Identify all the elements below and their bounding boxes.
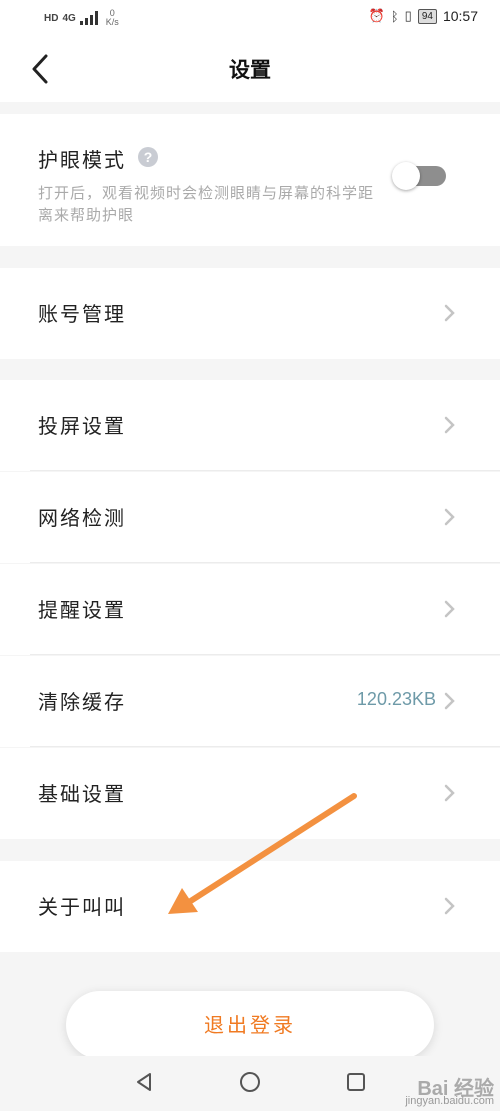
- bluetooth-icon: ᛒ: [390, 8, 399, 24]
- watermark: Bai 经验 jingyan.baidu.com: [405, 1078, 494, 1107]
- row-about[interactable]: 关于叫叫: [0, 861, 500, 952]
- signal-icon: [79, 11, 98, 25]
- network-speed-unit: K/s: [105, 17, 119, 27]
- alarm-icon: ⏰: [368, 8, 385, 23]
- row-label: 清除缓存: [38, 690, 126, 714]
- row-reminder-settings[interactable]: 提醒设置: [0, 564, 500, 655]
- clock: 10:57: [442, 8, 478, 24]
- row-label: 投屏设置: [38, 414, 126, 438]
- row-label: 关于叫叫: [38, 895, 126, 919]
- app-header: 设置: [0, 36, 500, 102]
- hd-indicator: HD: [44, 12, 59, 24]
- eye-protection-toggle[interactable]: [392, 162, 446, 190]
- row-label: 提醒设置: [38, 598, 126, 622]
- eye-protection-label: 护眼模式: [38, 148, 126, 172]
- row-label: 网络检测: [38, 506, 126, 530]
- eye-protection-card: 护眼模式 ? 打开后，观看视频时会检测眼睛与屏幕的科学距离来帮助护眼: [0, 114, 500, 246]
- network-indicator: 4G: [62, 12, 76, 24]
- status-left: HD 4G 0 K/s: [44, 9, 119, 27]
- row-label: 账号管理: [38, 302, 126, 326]
- chevron-right-icon: [444, 304, 455, 322]
- divider: [30, 654, 500, 655]
- nav-back-icon[interactable]: [132, 1070, 156, 1094]
- chevron-right-icon: [444, 416, 455, 434]
- chevron-right-icon: [444, 897, 455, 915]
- logout-button[interactable]: 退出登录: [66, 991, 434, 1059]
- toggle-knob: [392, 162, 420, 190]
- chevron-right-icon: [444, 600, 455, 618]
- divider: [30, 562, 500, 563]
- chevron-right-icon: [444, 784, 455, 802]
- nav-home-icon[interactable]: [238, 1070, 262, 1094]
- chevron-right-icon: [444, 508, 455, 526]
- nav-recents-icon[interactable]: [344, 1070, 368, 1094]
- cache-size-value: 120.23KB: [356, 689, 436, 709]
- vibrate-icon: ▯: [404, 8, 412, 23]
- watermark-url: jingyan.baidu.com: [405, 1095, 494, 1107]
- status-bar: HD 4G 0 K/s ⏰ ᛒ ▯ 94 10:57: [0, 0, 500, 36]
- chevron-right-icon: [444, 692, 455, 710]
- watermark-brand: Bai 经验: [417, 1078, 494, 1100]
- row-label: 基础设置: [38, 782, 126, 806]
- row-basic-settings[interactable]: 基础设置: [0, 748, 500, 839]
- row-network-check[interactable]: 网络检测: [0, 472, 500, 563]
- page-title: 设置: [229, 58, 271, 82]
- row-screen-cast[interactable]: 投屏设置: [0, 380, 500, 471]
- battery-indicator: 94: [417, 8, 437, 24]
- divider: [30, 746, 500, 747]
- eye-protection-description: 打开后，观看视频时会检测眼睛与屏幕的科学距离来帮助护眼: [38, 184, 375, 224]
- row-clear-cache[interactable]: 清除缓存 120.23KB: [0, 656, 500, 747]
- help-icon[interactable]: ?: [138, 147, 158, 167]
- row-account-management[interactable]: 账号管理: [0, 268, 500, 359]
- network-speed: 0 K/s: [106, 9, 119, 27]
- status-right: ⏰ ᛒ ▯ 94 10:57: [369, 8, 478, 24]
- divider: [30, 470, 500, 471]
